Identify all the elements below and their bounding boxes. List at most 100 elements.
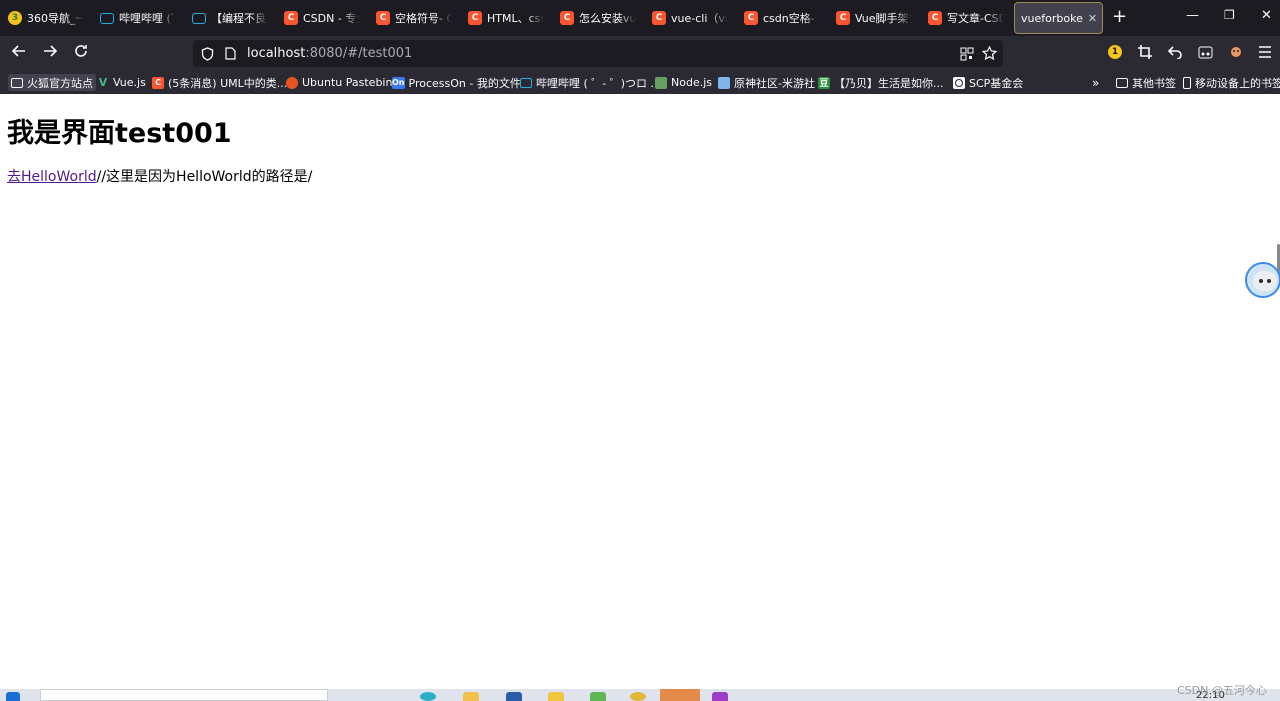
restore-icon[interactable]: ❐: [1224, 8, 1235, 22]
csdn-icon: C: [152, 76, 164, 89]
close-window-icon[interactable]: ✕: [1261, 8, 1272, 23]
csdn-icon: C: [284, 11, 298, 25]
url-host: localhost: [247, 46, 306, 61]
tab-label: CSDN - 专业: [303, 12, 360, 25]
bookmark-item[interactable]: 火狐官方站点: [8, 74, 96, 91]
bookmark-item[interactable]: 原神社区-米游社: [718, 74, 815, 91]
bookmark-item[interactable]: Node.js: [655, 74, 712, 91]
tab-bilibili[interactable]: 哔哩哔哩 (゜: [94, 2, 182, 34]
qr-code-icon[interactable]: [960, 47, 974, 61]
reader-view-icon[interactable]: [1197, 44, 1213, 60]
menu-icon[interactable]: [1257, 44, 1273, 60]
tab-bilibili-course[interactable]: 【编程不良人: [186, 2, 274, 34]
csdn-icon: C: [468, 11, 482, 25]
minimize-icon[interactable]: —: [1186, 8, 1199, 23]
app-icon[interactable]: [506, 692, 522, 701]
bookmark-label: SCP基金会: [969, 76, 1024, 90]
bookmark-label: (5条消息) UML中的类...: [168, 76, 288, 90]
bookmark-item[interactable]: SCP基金会: [953, 74, 1023, 91]
more-bookmarks-icon[interactable]: »: [1092, 74, 1099, 91]
taskbar-search-input[interactable]: [40, 689, 328, 701]
csdn-icon: C: [652, 11, 666, 25]
page-info-icon[interactable]: [225, 47, 237, 60]
folder-icon: [1116, 77, 1128, 88]
tab-label: vueforboke: [1021, 11, 1083, 25]
tab-write-article[interactable]: C 写文章-CSD: [922, 2, 1010, 34]
app-icon[interactable]: [548, 692, 564, 701]
edge-icon[interactable]: [420, 692, 436, 701]
tab-label: 【编程不良人: [211, 12, 268, 25]
csdn-icon: C: [376, 11, 390, 25]
floating-assistant-icon[interactable]: [1245, 262, 1280, 298]
close-tab-icon[interactable]: ✕: [1088, 12, 1097, 25]
tab-label: 哔哩哔哩 (゜: [119, 12, 176, 25]
forward-icon[interactable]: [42, 43, 58, 63]
bookmark-item[interactable]: V Vue.js: [97, 74, 146, 91]
shield-icon[interactable]: [201, 46, 215, 61]
page-paragraph: 去HelloWorld//这里是因为HelloWorld的路径是/: [7, 166, 312, 186]
360-icon: 3: [8, 11, 22, 25]
bilibili-icon: [520, 77, 532, 88]
bookmark-star-icon[interactable]: [982, 46, 997, 61]
tab-360[interactable]: 3 360导航_一: [2, 2, 90, 34]
tab-vue-cli[interactable]: C vue-cli（vu: [646, 2, 734, 34]
extension-icon[interactable]: [1228, 44, 1244, 60]
bookmark-label: Vue.js: [113, 76, 146, 89]
url-text[interactable]: localhost:8080/#/test001: [247, 46, 412, 61]
hello-world-link[interactable]: 去HelloWorld: [7, 169, 97, 185]
path-note: //这里是因为HelloWorld的路径是/: [96, 169, 313, 185]
back-icon[interactable]: [11, 43, 27, 63]
tab-csdn[interactable]: C CSDN - 专业: [278, 2, 366, 34]
bilibili-icon: [192, 12, 206, 24]
app-icon[interactable]: [590, 692, 606, 701]
page-heading: 我是界面test001: [7, 118, 232, 149]
tab-space-symbol[interactable]: C 空格符号- CS: [370, 2, 458, 34]
nodejs-icon: [655, 76, 667, 89]
tab-install-vue[interactable]: C 怎么安装vue: [554, 2, 642, 34]
bilibili-icon: [100, 12, 114, 24]
bookmark-label: Node.js: [671, 76, 712, 89]
tab-vue-scaffold[interactable]: C Vue脚手架安: [830, 2, 918, 34]
tab-label: Vue脚手架安: [855, 12, 912, 25]
page-content: 我是界面test001 去HelloWorld//这里是因为HelloWorld…: [0, 94, 1280, 689]
vue-icon: V: [98, 76, 108, 89]
bookmark-item[interactable]: C (5条消息) UML中的类...: [152, 74, 287, 91]
bookmarks-bar: 火狐官方站点 V Vue.js C (5条消息) UML中的类... Ubunt…: [0, 71, 1280, 94]
extension-badge-icon[interactable]: 1: [1107, 44, 1123, 60]
undo-icon[interactable]: [1167, 44, 1183, 60]
crop-icon[interactable]: [1137, 44, 1153, 60]
reload-icon[interactable]: [73, 43, 89, 63]
csdn-icon: C: [744, 11, 758, 25]
bookmark-item[interactable]: 哔哩哔哩 ( ゜- ゜)つロ ...: [520, 74, 661, 91]
bookmark-label: 哔哩哔哩 ( ゜- ゜)つロ ...: [536, 76, 662, 90]
file-explorer-icon[interactable]: [463, 692, 479, 701]
new-tab-button[interactable]: +: [1112, 6, 1127, 28]
tab-vueforboke[interactable]: vueforboke ✕: [1014, 2, 1103, 34]
miyoushe-icon: [718, 76, 730, 89]
bookmark-item[interactable]: Ubuntu Pastebin: [286, 74, 392, 91]
processon-icon: On: [392, 76, 405, 89]
bookmark-label: 其他书签: [1132, 76, 1176, 90]
tab-html-css[interactable]: C HTML、css: [462, 2, 550, 34]
bookmark-item[interactable]: 豆 【乃贝】生活是如你...: [818, 74, 944, 91]
tab-label: vue-cli（vu: [671, 12, 728, 25]
bookmark-label: Ubuntu Pastebin: [302, 76, 393, 89]
url-bar[interactable]: localhost:8080/#/test001: [193, 40, 1003, 67]
bookmark-folder-mobile[interactable]: 移动设备上的书签: [1183, 74, 1280, 91]
tab-label: HTML、css: [487, 12, 544, 25]
folder-icon: [11, 77, 23, 88]
bookmark-item[interactable]: On ProcessOn - 我的文件: [392, 74, 521, 91]
tab-csdn-space[interactable]: C csdn空格- C: [738, 2, 826, 34]
scp-icon: [953, 76, 965, 89]
bookmark-label: ProcessOn - 我的文件: [408, 76, 521, 90]
bookmark-folder-other[interactable]: 其他书签: [1116, 74, 1176, 91]
firefox-active-icon[interactable]: [660, 689, 700, 701]
csdn-icon: C: [928, 11, 942, 25]
start-icon[interactable]: [6, 692, 20, 701]
bookmark-label: 火狐官方站点: [27, 76, 93, 90]
app-icon[interactable]: [712, 692, 728, 701]
bookmark-label: 移动设备上的书签: [1195, 76, 1280, 90]
nav-bar: localhost:8080/#/test001 1: [0, 36, 1280, 71]
mobile-icon: [1183, 76, 1191, 89]
app-icon[interactable]: [630, 692, 646, 701]
